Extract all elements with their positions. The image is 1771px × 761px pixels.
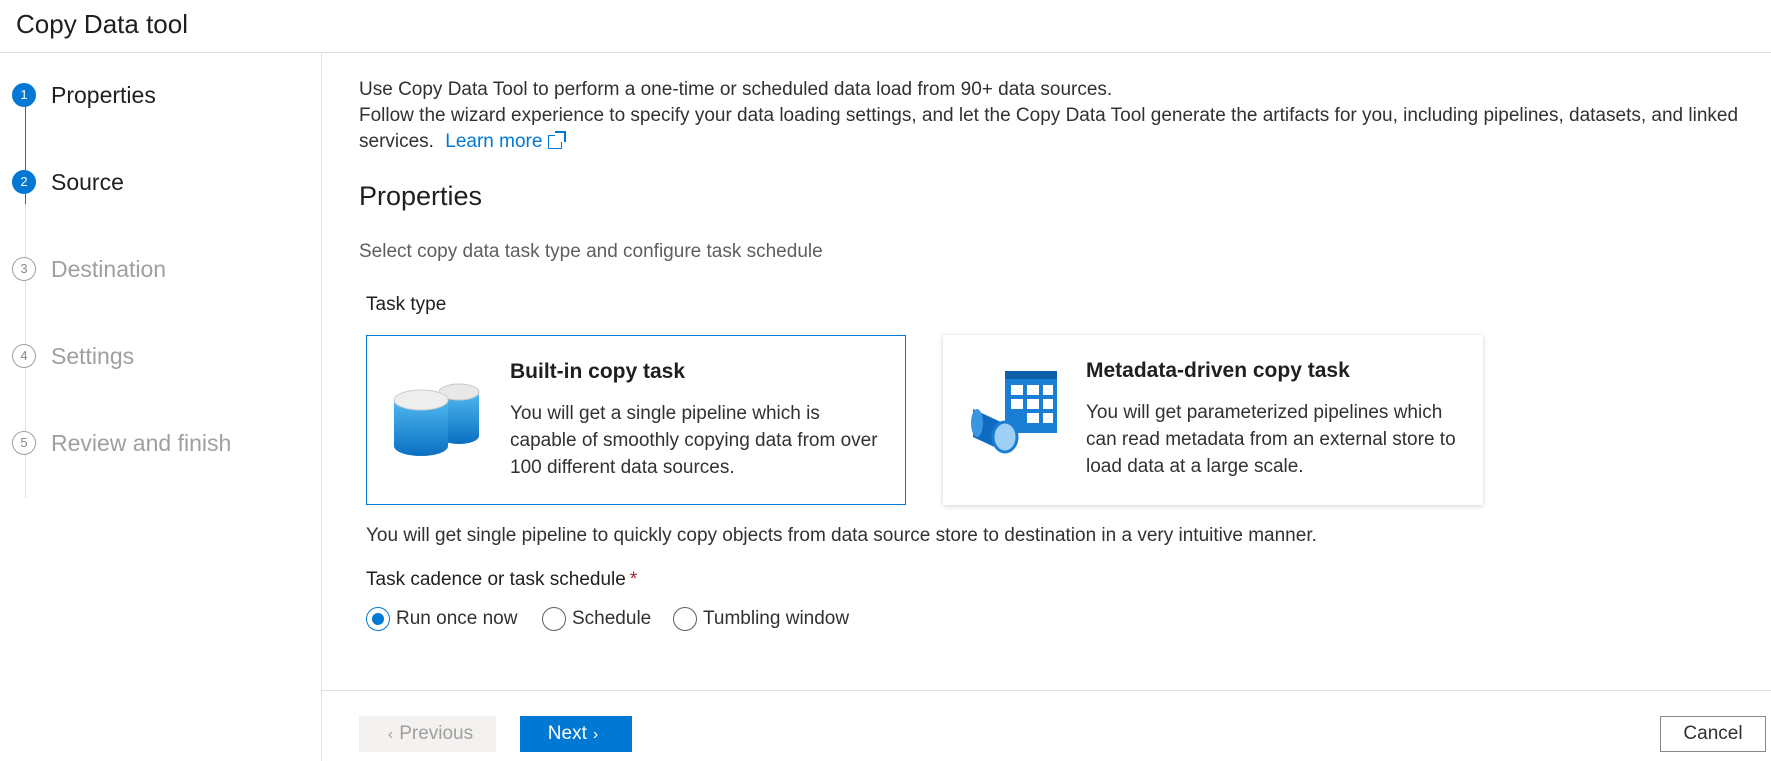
intro-line-1: Use Copy Data Tool to perform a one-time…: [359, 79, 1113, 100]
cadence-label: Task cadence or task schedule *: [366, 569, 637, 591]
built-in-copy-task-card[interactable]: Built-in copy task You will get a single…: [366, 335, 906, 505]
step-label: Destination: [51, 256, 167, 282]
footer-divider: [322, 690, 1771, 691]
section-description: Select copy data task type and configure…: [359, 241, 823, 262]
task-type-note: You will get single pipeline to quickly …: [366, 525, 1317, 546]
next-button[interactable]: Next ›: [520, 716, 632, 752]
intro-line-2: Follow the wizard experience to specify …: [359, 103, 1759, 155]
step-number: 3: [12, 257, 36, 281]
wizard-steps: 1 Properties 2 Source 3 Destination 4 Se…: [0, 53, 322, 761]
card-description: You will get parameterized pipelines whi…: [1086, 402, 1456, 477]
metadata-pipeline-icon: [971, 371, 1057, 454]
card-description: You will get a single pipeline which is …: [510, 403, 878, 478]
chevron-right-icon: ›: [592, 726, 599, 743]
card-title: Built-in copy task: [510, 360, 686, 383]
cancel-button[interactable]: Cancel: [1660, 716, 1766, 752]
main-content: Use Copy Data Tool to perform a one-time…: [322, 53, 1771, 761]
step-number: 4: [12, 344, 36, 368]
page-title: Copy Data tool: [16, 9, 188, 39]
step-label: Review and finish: [51, 430, 232, 456]
step-number: 1: [12, 83, 36, 107]
radio-circle: [673, 607, 697, 631]
header: Copy Data tool: [0, 0, 1771, 53]
metadata-driven-copy-task-card[interactable]: Metadata-driven copy task You will get p…: [943, 335, 1483, 505]
learn-more-link[interactable]: Learn more: [445, 131, 567, 152]
cadence-label-text: Task cadence or task schedule: [366, 569, 626, 590]
chevron-left-icon: ‹: [387, 726, 394, 743]
task-type-label: Task type: [366, 294, 447, 315]
step-label: Properties: [51, 82, 156, 108]
radio-circle: [542, 607, 566, 631]
intro-line-2-text: Follow the wizard experience to specify …: [359, 105, 1739, 152]
radio-label: Schedule: [572, 608, 652, 629]
step-label: Source: [51, 169, 124, 195]
radio-circle: [366, 607, 390, 631]
next-label: Next: [547, 723, 587, 744]
radio-label: Tumbling window: [703, 608, 850, 629]
step-number: 5: [12, 431, 36, 455]
learn-more-label: Learn more: [445, 131, 543, 152]
required-marker: *: [629, 569, 638, 590]
radio-label: Run once now: [396, 608, 518, 629]
previous-label: Previous: [399, 723, 474, 744]
previous-button[interactable]: ‹ Previous: [359, 716, 496, 752]
section-title: Properties: [359, 181, 483, 211]
intro-text: Use Copy Data Tool to perform a one-time…: [359, 77, 1759, 155]
external-link-icon: [548, 131, 567, 149]
step-number: 2: [12, 170, 36, 194]
card-title: Metadata-driven copy task: [1086, 359, 1350, 382]
step-label: Settings: [51, 343, 135, 369]
cancel-label: Cancel: [1683, 723, 1743, 744]
database-icon: [393, 383, 480, 456]
